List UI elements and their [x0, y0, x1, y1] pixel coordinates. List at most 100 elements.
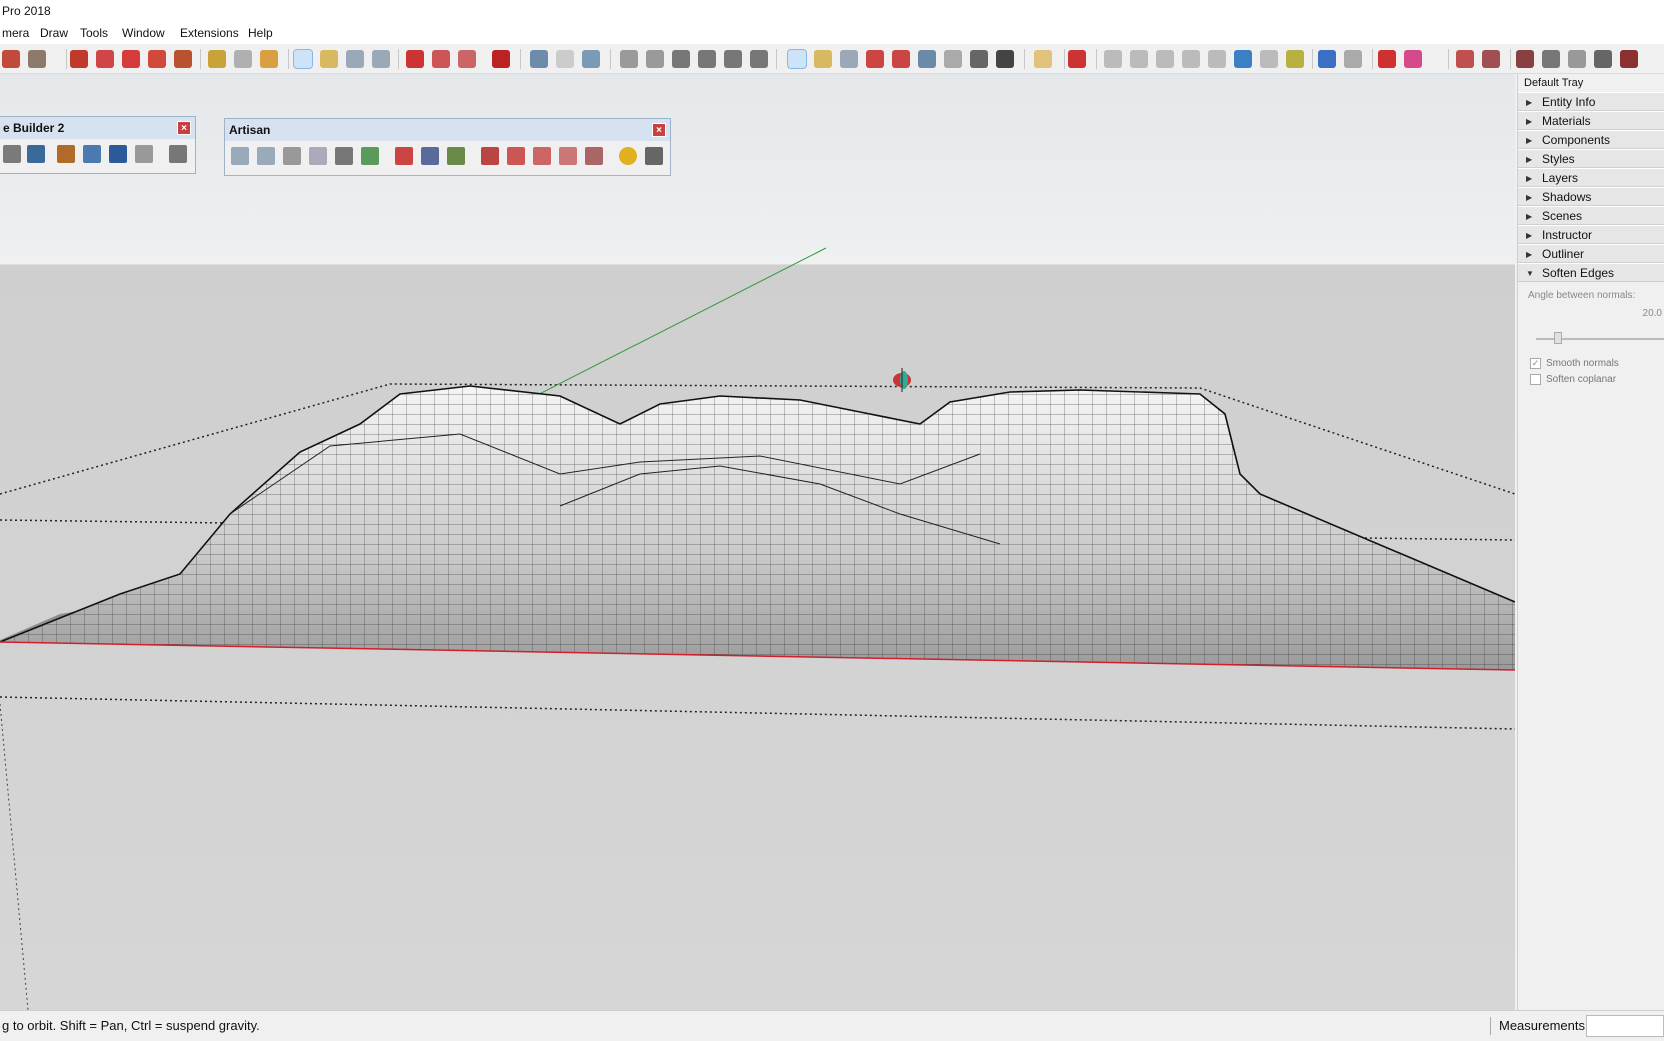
follow-me-icon[interactable]	[96, 50, 114, 68]
rotate-icon[interactable]	[148, 50, 166, 68]
iso-view-icon[interactable]	[620, 50, 638, 68]
shape-icon[interactable]	[1182, 50, 1200, 68]
tray-item-soften-edges[interactable]: ▼ Soften Edges	[1518, 263, 1664, 282]
push-pull-icon[interactable]	[70, 50, 88, 68]
lasso-icon[interactable]	[1318, 50, 1336, 68]
artisan-tool-icon[interactable]	[585, 147, 603, 165]
artisan-tool-icon[interactable]	[559, 147, 577, 165]
position-camera-icon[interactable]	[944, 50, 962, 68]
shape-icon[interactable]	[1286, 50, 1304, 68]
shape-icon[interactable]	[1260, 50, 1278, 68]
select-icon[interactable]	[1344, 50, 1362, 68]
smooth-normals-checkbox[interactable]: ✓	[1530, 358, 1541, 369]
tray-item-outliner[interactable]: ▶ Outliner	[1518, 244, 1664, 263]
extension-icon[interactable]	[458, 50, 476, 68]
shape-icon[interactable]	[1208, 50, 1226, 68]
material-icon[interactable]	[1456, 50, 1474, 68]
walk-icon[interactable]	[996, 50, 1014, 68]
scale-icon[interactable]	[174, 50, 192, 68]
ruby-console-icon[interactable]	[492, 50, 510, 68]
section-plane-icon[interactable]	[1034, 50, 1052, 68]
right-view-icon[interactable]	[698, 50, 716, 68]
curve-icon[interactable]	[1234, 50, 1252, 68]
zoom-window-icon[interactable]	[866, 50, 884, 68]
render-icon[interactable]	[1568, 50, 1586, 68]
artisan-tool-icon[interactable]	[231, 147, 249, 165]
zoom-extents-icon[interactable]	[892, 50, 910, 68]
move-icon[interactable]	[122, 50, 140, 68]
builder-tool-icon[interactable]	[109, 145, 127, 163]
download-icon[interactable]	[582, 50, 600, 68]
model-info-icon[interactable]	[530, 50, 548, 68]
angle-slider-thumb[interactable]	[1554, 332, 1562, 344]
tape-measure-icon[interactable]	[208, 50, 226, 68]
paint-bucket-icon[interactable]	[260, 50, 278, 68]
artisan-tool-icon[interactable]	[447, 147, 465, 165]
zoom-icon[interactable]	[346, 50, 364, 68]
tray-item-layers[interactable]: ▶ Layers	[1518, 168, 1664, 187]
top-view-icon[interactable]	[646, 50, 664, 68]
menu-extensions[interactable]: Extensions	[178, 22, 241, 44]
look-around-icon[interactable]	[970, 50, 988, 68]
info-icon[interactable]	[619, 147, 637, 165]
shape-icon[interactable]	[1104, 50, 1122, 68]
artisan-tool-icon[interactable]	[283, 147, 301, 165]
render-icon[interactable]	[1516, 50, 1534, 68]
tray-item-shadows[interactable]: ▶ Shadows	[1518, 187, 1664, 206]
menu-camera[interactable]: mera	[0, 22, 31, 44]
orbit-icon[interactable]	[293, 49, 313, 69]
tray-item-components[interactable]: ▶ Components	[1518, 130, 1664, 149]
artisan-tool-icon[interactable]	[309, 147, 327, 165]
model-viewport[interactable]: e Builder 2 × Artisan ×	[0, 74, 1515, 1010]
artisan-tool-icon[interactable]	[395, 147, 413, 165]
soften-coplanar-checkbox[interactable]	[1530, 374, 1541, 385]
close-icon[interactable]: ×	[652, 123, 666, 137]
tray-item-instructor[interactable]: ▶ Instructor	[1518, 225, 1664, 244]
render-icon[interactable]	[1542, 50, 1560, 68]
settings-tools-icon[interactable]	[645, 147, 663, 165]
pan-icon[interactable]	[814, 50, 832, 68]
artisan-tool-icon[interactable]	[335, 147, 353, 165]
tray-item-entity-info[interactable]: ▶ Entity Info	[1518, 92, 1664, 111]
render-icon[interactable]	[1594, 50, 1612, 68]
front-view-icon[interactable]	[672, 50, 690, 68]
menu-draw[interactable]: Draw	[38, 22, 70, 44]
warehouse-icon[interactable]	[556, 50, 574, 68]
builder-tool-icon[interactable]	[135, 145, 153, 163]
zoom-extents-icon[interactable]	[372, 50, 390, 68]
rectangle-icon[interactable]	[28, 50, 46, 68]
pencil-icon[interactable]	[2, 50, 20, 68]
tray-item-scenes[interactable]: ▶ Scenes	[1518, 206, 1664, 225]
tray-item-materials[interactable]: ▶ Materials	[1518, 111, 1664, 130]
texture-icon[interactable]	[1482, 50, 1500, 68]
eraser-icon[interactable]	[1404, 50, 1422, 68]
sandbox-icon[interactable]	[1068, 50, 1086, 68]
artisan-tool-icon[interactable]	[257, 147, 275, 165]
menu-help[interactable]: Help	[246, 22, 275, 44]
shape-icon[interactable]	[1130, 50, 1148, 68]
menu-tools[interactable]: Tools	[78, 22, 110, 44]
builder-tool-icon[interactable]	[57, 145, 75, 163]
pan-icon[interactable]	[320, 50, 338, 68]
left-view-icon[interactable]	[750, 50, 768, 68]
back-view-icon[interactable]	[724, 50, 742, 68]
artisan-tool-icon[interactable]	[533, 147, 551, 165]
builder-tool-icon[interactable]	[3, 145, 21, 163]
measurements-input[interactable]	[1586, 1015, 1664, 1037]
text-icon[interactable]	[234, 50, 252, 68]
ruby-icon[interactable]	[406, 50, 424, 68]
scale-balance-icon[interactable]	[169, 145, 187, 163]
extension-icon[interactable]	[432, 50, 450, 68]
tray-item-styles[interactable]: ▶ Styles	[1518, 149, 1664, 168]
close-icon[interactable]: ×	[177, 121, 191, 135]
render-icon[interactable]	[1620, 50, 1638, 68]
line-tool-icon[interactable]	[1378, 50, 1396, 68]
builder-tool-icon[interactable]	[83, 145, 101, 163]
builder-tool-icon[interactable]	[27, 145, 45, 163]
artisan-tool-icon[interactable]	[507, 147, 525, 165]
artisan-tool-icon[interactable]	[481, 147, 499, 165]
zoom-icon[interactable]	[840, 50, 858, 68]
menu-window[interactable]: Window	[120, 22, 167, 44]
orbit-icon[interactable]	[787, 49, 807, 69]
previous-view-icon[interactable]	[918, 50, 936, 68]
